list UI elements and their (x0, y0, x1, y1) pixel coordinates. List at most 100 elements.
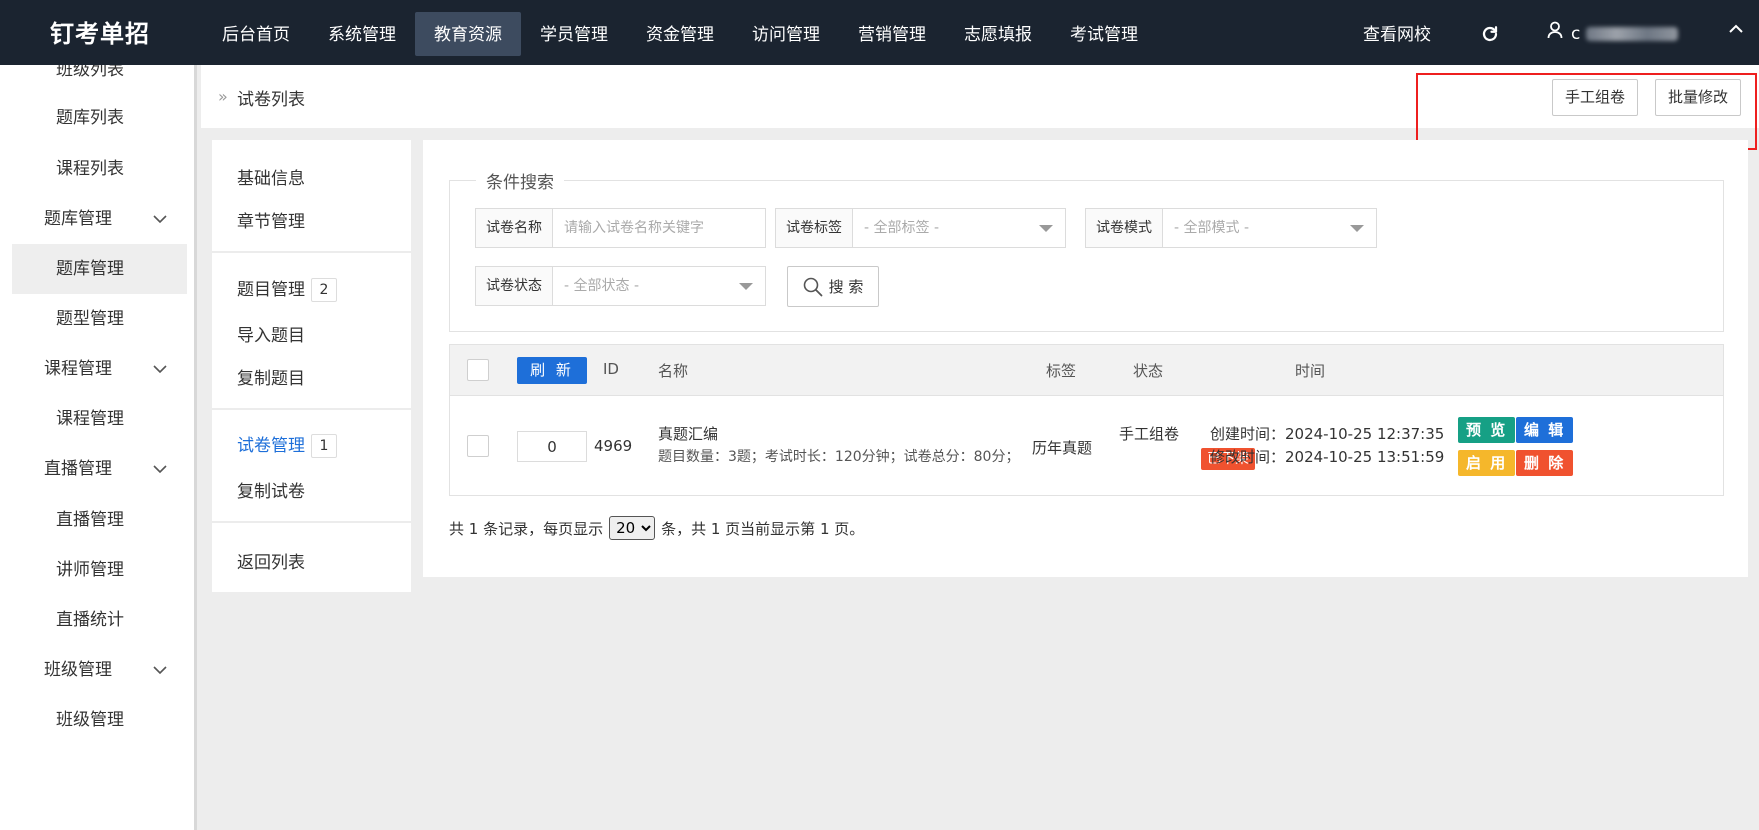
chevron-down-icon (153, 465, 167, 474)
paper-mode-group: 试卷模式 - 全部模式 - (1085, 208, 1377, 248)
sidebar-group-question-bank[interactable]: 题库管理 (0, 194, 194, 244)
delete-button[interactable]: 删 除 (1516, 450, 1574, 476)
sidebar-item-question-bank-mgmt[interactable]: 题库管理 (12, 244, 187, 294)
manual-compose-button[interactable]: 手工组卷 (1552, 79, 1639, 116)
subnav-paper-mgmt[interactable]: 试卷管理 1 (237, 431, 337, 458)
subnav-import-questions[interactable]: 导入题目 (237, 321, 305, 346)
page-size-select[interactable]: 20 (609, 516, 656, 540)
caret-down-icon (1039, 225, 1053, 232)
subnav-divider (212, 408, 411, 410)
pagination: 共 1 条记录，每页显示 20 条，共 1 页当前显示第 1 页。 (449, 516, 864, 540)
sidebar-item-course-mgmt[interactable]: 课程管理 (0, 394, 194, 444)
paper-status-label: 试卷状态 (476, 267, 553, 305)
subnav-divider (212, 251, 411, 253)
subnav-label: 试卷管理 (237, 436, 305, 456)
paper-status-select[interactable]: - 全部状态 - (553, 267, 765, 305)
subnav-back-to-list[interactable]: 返回列表 (237, 548, 305, 573)
paper-status-value: - 全部状态 - (564, 278, 640, 294)
nav-item-volunteer[interactable]: 志愿填报 (945, 12, 1051, 56)
preview-button[interactable]: 预 览 (1458, 417, 1516, 443)
sidebar-item-label: 课程列表 (56, 159, 124, 179)
nav-item-home[interactable]: 后台首页 (203, 12, 309, 56)
nav-item-exam[interactable]: 考试管理 (1051, 12, 1157, 56)
sidebar-item-label: 讲师管理 (56, 560, 124, 580)
sidebar-group-class[interactable]: 班级管理 (0, 645, 194, 695)
main-panel: 条件搜索 试卷名称 试卷标签 - 全部标签 - 试卷模式 - 全部模式 - 试卷… (423, 140, 1748, 577)
select-all-checkbox[interactable] (467, 359, 489, 381)
sidebar-item-live-stats[interactable]: 直播统计 (0, 595, 194, 645)
nav-item-marketing[interactable]: 营销管理 (839, 12, 945, 56)
paper-tag-value: - 全部标签 - (864, 220, 940, 236)
subnav-chapter-mgmt[interactable]: 章节管理 (237, 207, 305, 232)
sidebar-group-course[interactable]: 课程管理 (0, 344, 194, 394)
sidebar-item-label: 题型管理 (56, 309, 124, 329)
subnav-label: 题目管理 (237, 280, 305, 300)
sidebar-item-label: 直播统计 (56, 610, 124, 630)
sidebar-item-bank-list[interactable]: 题库列表 (0, 93, 194, 143)
edit-button[interactable]: 编 辑 (1516, 417, 1574, 443)
caret-down-icon (739, 283, 753, 290)
sidebar-group-label: 课程管理 (44, 359, 112, 379)
paper-mode-label: 试卷模式 (1086, 209, 1163, 247)
chevron-up-icon[interactable] (1727, 20, 1747, 40)
chevron-down-icon (153, 666, 167, 675)
col-header-time: 时间 (1295, 362, 1326, 380)
sort-order-input[interactable] (517, 431, 587, 462)
pager-prefix: 共 1 条记录，每页显示 (449, 519, 604, 538)
refresh-icon[interactable] (1481, 12, 1501, 56)
paper-tag-select[interactable]: - 全部标签 - (853, 209, 1065, 247)
paper-mode-select[interactable]: - 全部模式 - (1163, 209, 1376, 247)
sidebar-group-label: 班级管理 (44, 660, 112, 680)
row-name[interactable]: 真题汇编 (658, 423, 718, 444)
sidebar-item-class-mgmt[interactable]: 班级管理 (0, 695, 194, 745)
top-nav: 后台首页 系统管理 教育资源 学员管理 资金管理 访问管理 营销管理 志愿填报 … (203, 12, 1157, 56)
paper-status-group: 试卷状态 - 全部状态 - (475, 266, 766, 306)
sidebar-group-live[interactable]: 直播管理 (0, 444, 194, 494)
row-id: 4969 (594, 437, 633, 455)
breadcrumb-bar: » 试卷列表 手工组卷 批量修改 (201, 65, 1759, 128)
search-button[interactable]: 搜 索 (787, 266, 879, 307)
sidebar-item-course-list[interactable]: 课程列表 (0, 144, 194, 194)
row-checkbox[interactable] (467, 435, 489, 457)
search-fieldset: 条件搜索 试卷名称 试卷标签 - 全部标签 - 试卷模式 - 全部模式 - 试卷… (449, 168, 1724, 332)
sidebar-item-label: 题库列表 (56, 108, 124, 128)
sidebar-group-label: 题库管理 (44, 209, 112, 229)
paper-table: 刷 新 ID 名称 标签 状态 时间 4969 真题汇编 题目数量：3题；考试时… (449, 344, 1724, 496)
nav-item-education[interactable]: 教育资源 (415, 12, 521, 56)
sidebar-item-label: 题库管理 (56, 259, 124, 279)
view-school-link[interactable]: 查看网校 (1363, 12, 1431, 56)
subnav-basic-info[interactable]: 基础信息 (237, 164, 305, 189)
row-created-time: 创建时间：2024-10-25 12:37:35 (1210, 425, 1445, 443)
row-tag: 历年真题 (1032, 439, 1093, 457)
batch-edit-button[interactable]: 批量修改 (1655, 79, 1742, 116)
paper-name-group: 试卷名称 (475, 208, 766, 248)
sidebar-group-label: 直播管理 (44, 459, 112, 479)
subnav-copy-paper[interactable]: 复制试卷 (237, 477, 305, 502)
nav-item-access[interactable]: 访问管理 (733, 12, 839, 56)
search-button-label: 搜 索 (828, 278, 864, 296)
caret-down-icon (1350, 225, 1364, 232)
subnav-copy-questions[interactable]: 复制题目 (237, 364, 305, 389)
sidebar-item-label: 班级列表 (56, 65, 124, 80)
table-refresh-button[interactable]: 刷 新 (517, 357, 587, 384)
enable-button[interactable]: 启 用 (1458, 450, 1516, 476)
sidebar-item-label: 课程管理 (56, 409, 124, 429)
subnav-question-mgmt[interactable]: 题目管理 2 (237, 275, 337, 302)
col-header-name: 名称 (658, 362, 689, 380)
sidebar-item-label: 直播管理 (56, 510, 124, 530)
sidebar-item-teacher-mgmt[interactable]: 讲师管理 (0, 545, 194, 595)
search-icon (803, 277, 823, 296)
nav-item-system[interactable]: 系统管理 (309, 12, 415, 56)
user-name: c (1571, 24, 1581, 44)
app-logo[interactable]: 钉考单招 (0, 0, 200, 65)
user-menu[interactable]: c (1547, 11, 1679, 57)
sidebar-item-question-type[interactable]: 题型管理 (0, 294, 194, 344)
sidebar-item-class-list[interactable]: 班级列表 (0, 65, 194, 95)
sidebar-item-live-mgmt[interactable]: 直播管理 (0, 495, 194, 545)
breadcrumb: 试卷列表 (237, 90, 305, 110)
user-icon (1547, 11, 1563, 57)
nav-item-funds[interactable]: 资金管理 (627, 12, 733, 56)
nav-item-students[interactable]: 学员管理 (521, 12, 627, 56)
question-count-badge: 2 (311, 278, 337, 302)
paper-name-input[interactable] (553, 209, 765, 247)
